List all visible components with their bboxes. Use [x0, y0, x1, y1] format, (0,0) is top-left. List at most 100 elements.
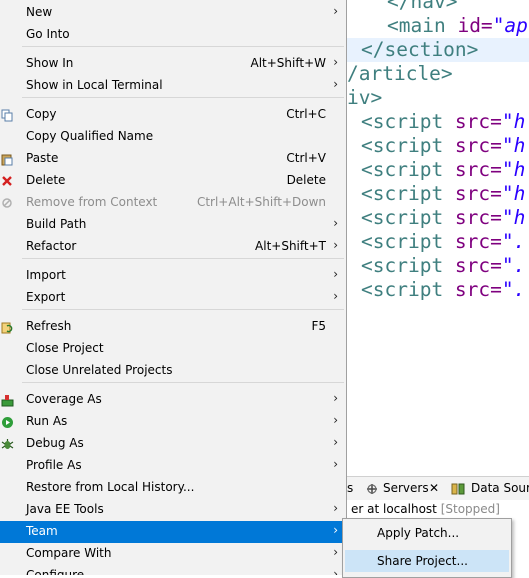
menu-item-label: Team — [26, 524, 58, 538]
menu-item-label: Copy — [26, 107, 57, 121]
context-menu: New › Go Into Show In Alt+Shift+W › Show in Lo… — [0, 0, 347, 575]
code-line: <script src="h — [361, 182, 525, 206]
menu-item-show-in-local-terminal[interactable]: Show in Local Terminal › — [0, 75, 346, 97]
menu-item-label: Delete — [26, 173, 66, 187]
submenu-arrow-icon: › — [333, 55, 338, 69]
menu-item-java-ee-tools[interactable]: Java EE Tools › — [0, 499, 346, 521]
code-line: <script src="h — [361, 158, 525, 182]
menu-item-remove-from-context[interactable]: Remove from Context Ctrl+Alt+Shift+Down — [0, 192, 346, 214]
code-attr: src= — [454, 110, 502, 133]
menu-item-team[interactable]: Team › — [0, 521, 346, 543]
menu-item-label: Run As — [26, 414, 68, 428]
menu-item-debug-as[interactable]: Debug As › — [0, 433, 346, 455]
menu-item-label: Coverage As — [26, 392, 102, 406]
menu-item-label: Refresh — [26, 319, 72, 333]
menu-separator — [22, 382, 344, 383]
code-string: "h — [501, 206, 526, 229]
menu-item-shortcut: F5 — [311, 319, 326, 333]
menu-item-coverage-as[interactable]: Coverage As › — [0, 389, 346, 411]
code-string: "h — [501, 134, 526, 157]
menu-item-go-into[interactable]: Go Into — [0, 24, 346, 46]
tab-servers[interactable]: Servers — [383, 481, 429, 495]
tab-data-source[interactable]: Data Sourc — [471, 481, 529, 495]
code-line: </section> — [361, 38, 478, 62]
apply-patch-item[interactable]: Apply Patch... — [345, 522, 509, 544]
code-line: <script src="h — [361, 134, 525, 158]
code-attr: src= — [454, 182, 502, 205]
menu-item-shortcut: Ctrl+V — [286, 151, 326, 165]
menu-item-refresh[interactable]: Refresh F5 — [0, 316, 346, 338]
menu-item-paste[interactable]: Paste Ctrl+V — [0, 148, 346, 170]
menu-item-export[interactable]: Export › — [0, 287, 346, 309]
code-attr: src= — [454, 134, 502, 157]
submenu-arrow-icon: › — [333, 545, 338, 559]
menu-item-refactor[interactable]: Refactor Alt+Shift+T › — [0, 236, 346, 258]
team-submenu: Apply Patch... Share Project... — [342, 518, 512, 578]
menu-item-label: New — [26, 5, 53, 19]
menu-item-build-path[interactable]: Build Path › — [0, 214, 346, 236]
menu-item-label: Go Into — [26, 27, 70, 41]
menu-item-label: Paste — [26, 151, 59, 165]
menu-item-label: Import — [26, 268, 66, 282]
remove-context-icon — [0, 196, 14, 210]
code-tag: <script — [361, 254, 455, 277]
menu-separator — [22, 46, 344, 47]
menu-item-label: Remove from Context — [26, 195, 158, 209]
menu-item-label: Copy Qualified Name — [26, 129, 154, 143]
code-line: /article> — [347, 62, 453, 86]
code-string: "h — [501, 110, 526, 133]
share-project-item[interactable]: Share Project... — [345, 550, 509, 572]
menu-item-close-project[interactable]: Close Project — [0, 338, 346, 360]
code-tag: <main — [387, 14, 458, 37]
menu-item-label: Export — [26, 290, 66, 304]
code-attr: src= — [454, 254, 502, 277]
code-tag: <script — [361, 230, 455, 253]
code-tag: </nav> — [387, 0, 458, 13]
submenu-arrow-icon: › — [333, 567, 338, 575]
code-attr: src= — [454, 278, 502, 301]
menu-item-show-in[interactable]: Show In Alt+Shift+W › — [0, 53, 346, 75]
menu-item-shortcut: Delete — [286, 173, 326, 187]
menu-item-label: Show In — [26, 56, 74, 70]
menu-item-label: Apply Patch... — [377, 526, 460, 540]
code-attr: src= — [454, 206, 502, 229]
menu-item-delete[interactable]: Delete Delete — [0, 170, 346, 192]
submenu-arrow-icon: › — [333, 216, 338, 230]
submenu-arrow-icon: › — [333, 238, 338, 252]
menu-item-label: Debug As — [26, 436, 84, 450]
code-tag: <script — [361, 158, 455, 181]
server-row[interactable]: er at localhost [Stopped] — [351, 502, 500, 516]
menu-item-import[interactable]: Import › — [0, 265, 346, 287]
menu-item-restore-from-local-history[interactable]: Restore from Local History... — [0, 477, 346, 499]
menu-item-profile-as[interactable]: Profile As › — [0, 455, 346, 477]
menu-item-run-as[interactable]: Run As › — [0, 411, 346, 433]
servers-icon — [365, 482, 379, 499]
code-tag: </section> — [361, 38, 479, 61]
code-tag: <script — [361, 110, 455, 133]
menu-item-copy[interactable]: Copy Ctrl+C — [0, 104, 346, 126]
code-editor[interactable]: </nav> <main id="ap </section> /article>… — [347, 0, 529, 455]
menu-item-label: Share Project... — [377, 554, 468, 568]
code-attr: id= — [457, 14, 493, 37]
code-line: <main id="ap — [387, 14, 528, 38]
code-string: ". — [501, 254, 526, 277]
menu-item-copy-qualified-name[interactable]: Copy Qualified Name — [0, 126, 346, 148]
code-tag: <script — [361, 134, 455, 157]
submenu-arrow-icon: › — [333, 289, 338, 303]
close-tab-icon[interactable]: ✕ — [429, 481, 439, 495]
menu-item-label: Compare With — [26, 546, 112, 560]
menu-item-close-unrelated-projects[interactable]: Close Unrelated Projects — [0, 360, 346, 382]
menu-item-shortcut: Ctrl+C — [286, 107, 326, 121]
menu-item-label: Show in Local Terminal — [26, 78, 163, 92]
server-name: er at localhost — [351, 502, 437, 516]
code-string: ". — [501, 278, 526, 301]
menu-item-label: Close Project — [26, 341, 104, 355]
menu-item-configure[interactable]: Configure › — [0, 565, 346, 575]
copy-icon — [0, 108, 14, 122]
code-line: <script src="h — [361, 110, 525, 134]
bottom-panel-tabbar: s Servers ✕ Data Sourc — [347, 476, 529, 502]
menu-item-compare-with[interactable]: Compare With › — [0, 543, 346, 565]
code-string: ". — [501, 230, 526, 253]
menu-item-new[interactable]: New › — [0, 2, 346, 24]
tab-fragment[interactable]: s — [347, 481, 353, 495]
